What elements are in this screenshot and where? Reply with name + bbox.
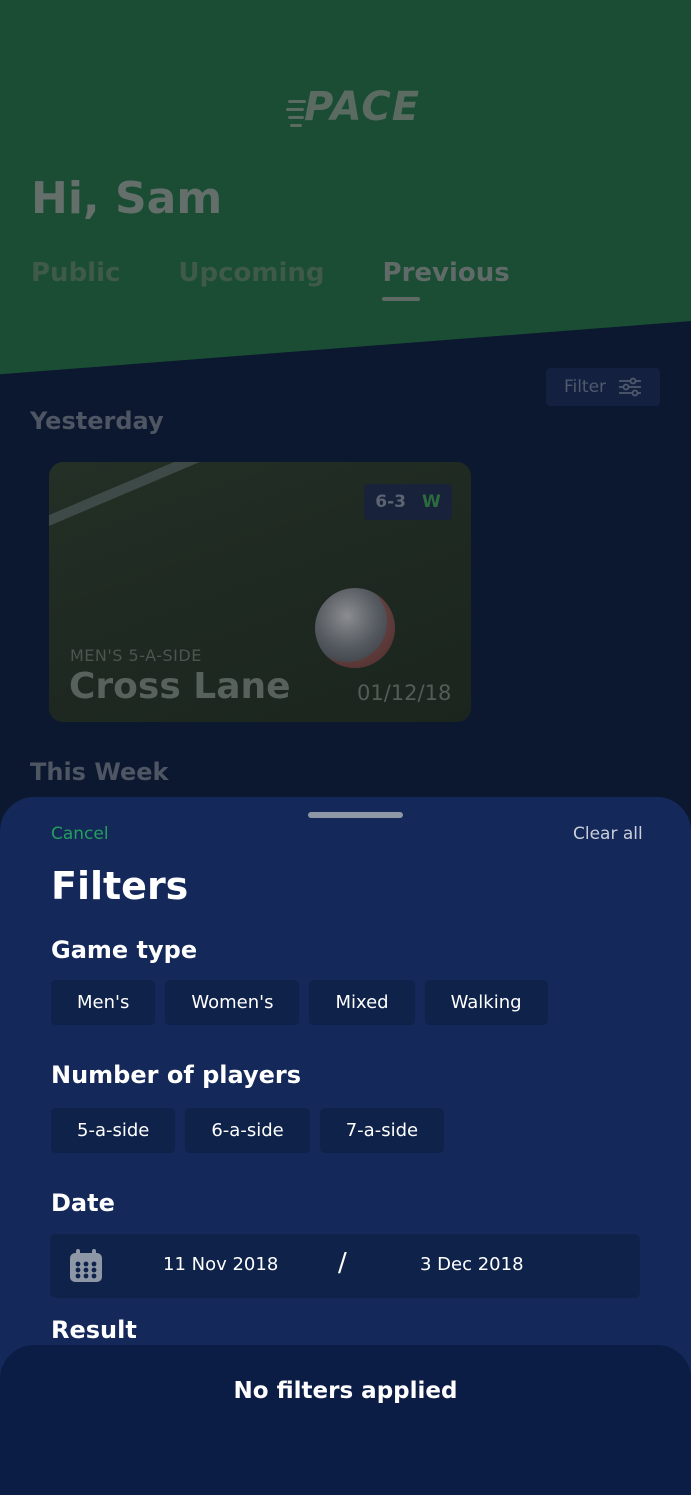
tab-previous[interactable]: Previous [383,258,510,288]
date-label: Date [51,1189,115,1217]
sheet-title: Filters [51,864,189,908]
date-range-picker[interactable]: 11 Nov 2018 / 3 Dec 2018 [50,1234,640,1298]
filter-status-footer: No filters applied [0,1345,691,1495]
active-tab-indicator [382,297,420,301]
date-from[interactable]: 11 Nov 2018 [163,1254,278,1275]
card-game-type: MEN'S 5-A-SIDE [70,646,202,665]
tab-upcoming[interactable]: Upcoming [178,258,324,288]
chip-walking[interactable]: Walking [424,980,548,1025]
score: 6-3 [375,492,406,512]
card-date: 01/12/18 [357,681,452,705]
clear-all-button[interactable]: Clear all [573,824,643,844]
players-label: Number of players [51,1061,302,1089]
tab-bar: Public Upcoming Previous [31,258,568,288]
cancel-button[interactable]: Cancel [51,824,109,844]
chip-6-a-side[interactable]: 6-a-side [185,1108,310,1153]
logo-text: PACE [304,84,421,130]
chip-womens[interactable]: Women's [165,980,300,1025]
chip-5-a-side[interactable]: 5-a-side [51,1108,176,1153]
game-type-label: Game type [51,936,198,964]
filter-status-text: No filters applied [233,1378,458,1404]
filter-button[interactable]: Filter [546,368,660,406]
sheet-drag-handle[interactable] [308,812,403,818]
filter-label: Filter [563,377,607,397]
pitch-line [49,462,271,534]
card-venue: Cross Lane [69,666,291,707]
chip-mens[interactable]: Men's [51,980,156,1025]
game-type-options: Men's Women's Mixed Walking [51,980,548,1025]
calendar-icon [70,1249,102,1282]
sliders-icon [619,377,642,397]
section-this-week: This Week [30,758,169,786]
chip-mixed[interactable]: Mixed [309,980,415,1025]
date-separator: / [338,1248,347,1278]
greeting: Hi, Sam [31,173,223,224]
tab-public[interactable]: Public [31,258,120,288]
date-to[interactable]: 3 Dec 2018 [420,1254,524,1275]
section-yesterday: Yesterday [30,407,164,435]
pace-logo: PACE [286,84,419,136]
result-badge: W [421,492,441,512]
football-image [315,588,395,668]
score-badge: 6-3 W [364,484,452,520]
chip-7-a-side[interactable]: 7-a-side [319,1108,445,1153]
result-label: Result [51,1316,137,1344]
players-options: 5-a-side 6-a-side 7-a-side [51,1108,445,1153]
